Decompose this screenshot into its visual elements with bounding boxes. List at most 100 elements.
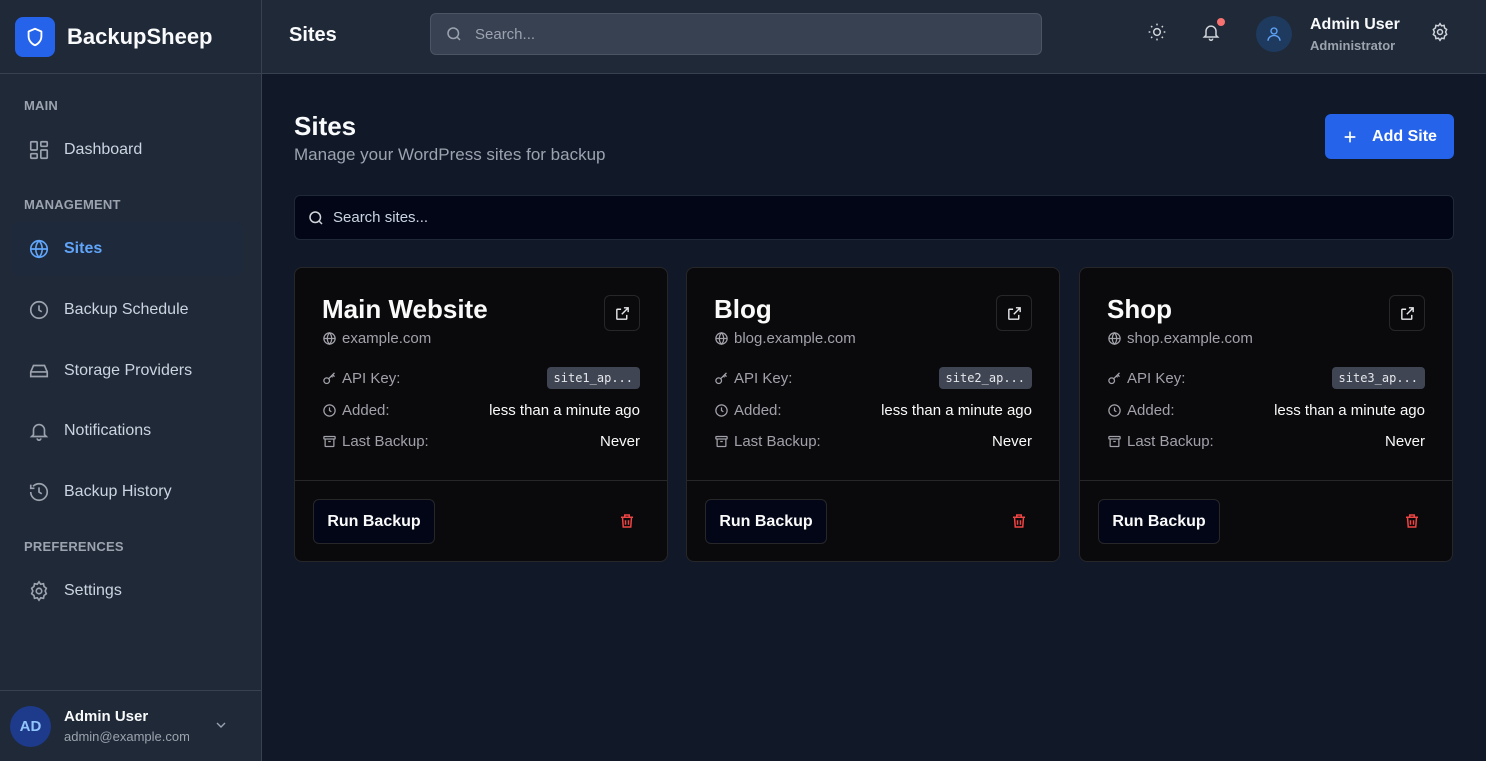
hard-drive-icon	[27, 359, 51, 383]
site-url-text: shop.example.com	[1127, 330, 1253, 347]
sidebar-item-settings[interactable]: Settings	[11, 564, 243, 618]
dashboard-icon	[27, 138, 51, 162]
trash-icon[interactable]	[1403, 512, 1421, 530]
last-backup-value: Never	[1384, 433, 1425, 450]
page-title: Sites	[294, 111, 357, 141]
run-backup-button[interactable]: Run Backup	[1098, 499, 1220, 544]
card-divider	[687, 480, 1059, 481]
site-name: Blog	[714, 294, 772, 324]
globe-icon	[323, 331, 336, 346]
external-link-icon	[615, 306, 629, 320]
sidebar-item-dashboard[interactable]: Dashboard	[11, 123, 243, 177]
brand-name: BackupSheep	[67, 23, 213, 49]
api-key-value: site1_ap...	[546, 367, 640, 389]
key-icon	[715, 371, 727, 384]
key-icon	[1108, 371, 1120, 384]
sidebar-item-storage-providers[interactable]: Storage Providers	[11, 344, 243, 398]
add-site-button[interactable]: Add Site	[1325, 114, 1454, 159]
added-value: less than a minute ago	[1274, 402, 1425, 419]
run-backup-button[interactable]: Run Backup	[705, 499, 827, 544]
site-url-text: example.com	[342, 330, 432, 347]
sidebar-item-label: Sites	[64, 240, 103, 257]
last-backup-value: Never	[599, 433, 640, 450]
added-label: Added:	[1127, 402, 1175, 419]
sidebar-item-backup-history[interactable]: Backup History	[11, 465, 243, 519]
site-url: shop.example.com	[1107, 330, 1253, 347]
shield-icon	[15, 16, 55, 57]
last-backup-row: Last Backup: Never	[714, 433, 1032, 450]
added-label: Added:	[734, 402, 782, 419]
external-link-icon	[1007, 306, 1021, 320]
globe-icon	[27, 237, 51, 261]
api-key-label: API Key:	[734, 369, 793, 387]
last-backup-row: Last Backup: Never	[322, 433, 640, 450]
site-url-text: blog.example.com	[734, 330, 856, 347]
history-icon	[27, 480, 51, 504]
chevron-down-icon[interactable]	[213, 717, 229, 733]
card-divider	[295, 480, 667, 481]
site-search[interactable]	[294, 195, 1454, 240]
header-user[interactable]: Admin User Administrator	[1310, 16, 1400, 53]
site-card: Blog blog.example.com API Key: site2_ap.…	[686, 267, 1060, 562]
site-search-input[interactable]	[333, 209, 1433, 226]
key-icon	[323, 371, 335, 384]
site-url: blog.example.com	[714, 330, 856, 347]
plus-icon	[1342, 129, 1358, 145]
brand[interactable]: BackupSheep	[0, 0, 261, 74]
clock-icon	[1108, 404, 1121, 417]
site-card: Main Website example.com API Key: site1_…	[294, 267, 668, 562]
sidebar-item-label: Dashboard	[64, 141, 143, 158]
clock-icon	[715, 404, 728, 417]
globe-icon	[715, 331, 728, 346]
sun-icon[interactable]	[1147, 22, 1167, 42]
site-url: example.com	[322, 330, 431, 347]
added-row: Added: less than a minute ago	[714, 402, 1032, 419]
external-link-button[interactable]	[996, 295, 1032, 331]
site-name: Main Website	[322, 294, 488, 324]
api-key-row: API Key: site3_ap...	[1107, 367, 1425, 389]
sidebar-user-menu[interactable]: AD Admin User admin@example.com	[0, 690, 261, 761]
search-icon	[307, 209, 325, 227]
added-value: less than a minute ago	[489, 402, 640, 419]
trash-icon[interactable]	[618, 512, 636, 530]
added-row: Added: less than a minute ago	[322, 402, 640, 419]
trash-icon[interactable]	[1010, 512, 1028, 530]
last-backup-label: Last Backup:	[734, 433, 821, 450]
sidebar-item-label: Notifications	[64, 422, 152, 439]
sidebar-item-notifications[interactable]: Notifications	[11, 404, 243, 458]
api-key-row: API Key: site2_ap...	[714, 367, 1032, 389]
header-search[interactable]	[430, 13, 1042, 55]
api-key-row: API Key: site1_ap...	[322, 367, 640, 389]
api-key-value: site2_ap...	[938, 367, 1032, 389]
search-input[interactable]	[475, 25, 1015, 43]
clock-icon	[323, 404, 336, 417]
top-header: Sites Admin User Administrator	[262, 0, 1486, 74]
sidebar-item-sites[interactable]: Sites	[11, 222, 243, 276]
external-link-icon	[1400, 306, 1414, 320]
sidebar-item-backup-schedule[interactable]: Backup Schedule	[11, 283, 243, 337]
search-icon	[445, 25, 463, 43]
card-divider	[1080, 480, 1452, 481]
user-name: Admin User	[64, 708, 149, 725]
site-name: Shop	[1107, 294, 1172, 324]
avatar: AD	[10, 705, 51, 747]
external-link-button[interactable]	[604, 295, 640, 331]
added-label: Added:	[342, 402, 390, 419]
api-key-label: API Key:	[342, 369, 401, 387]
user-icon[interactable]	[1256, 16, 1292, 52]
archive-icon	[715, 435, 728, 448]
nav-section-preferences: PREFERENCES	[24, 539, 124, 554]
api-key-label: API Key:	[1127, 369, 1186, 387]
added-value: less than a minute ago	[881, 402, 1032, 419]
nav-section-management: MANAGEMENT	[24, 197, 121, 212]
run-backup-button[interactable]: Run Backup	[313, 499, 435, 544]
last-backup-value: Never	[991, 433, 1032, 450]
globe-icon	[1108, 331, 1121, 346]
external-link-button[interactable]	[1389, 295, 1425, 331]
archive-icon	[1108, 435, 1121, 448]
last-backup-label: Last Backup:	[342, 433, 429, 450]
header-user-name: Admin User	[1310, 16, 1400, 33]
sidebar-item-label: Settings	[64, 582, 122, 599]
site-card: Shop shop.example.com API Key: site3_ap.…	[1079, 267, 1453, 562]
gear-icon[interactable]	[1430, 22, 1450, 42]
